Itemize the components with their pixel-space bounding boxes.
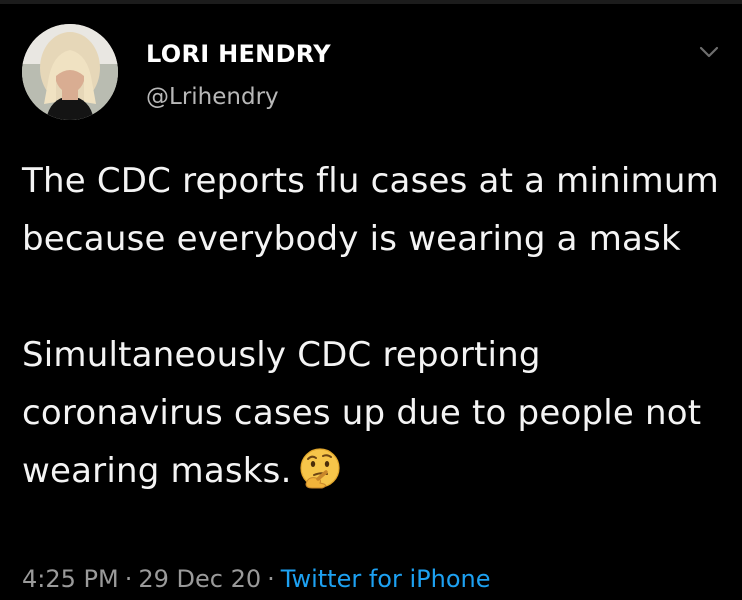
meta-separator: ·	[124, 565, 133, 593]
tweet-card: LORI HENDRY @Lrihendry The CDC reports f…	[0, 0, 742, 600]
meta-separator: ·	[267, 565, 275, 593]
tweet-time[interactable]: 4:25 PM	[22, 565, 119, 593]
author-display-name[interactable]: LORI HENDRY	[146, 40, 331, 68]
chevron-down-icon[interactable]	[697, 42, 721, 62]
tweet-paragraph: The CDC reports flu cases at a minimum b…	[22, 161, 719, 259]
avatar-photo	[22, 24, 118, 120]
tweet-source-link[interactable]: Twitter for iPhone	[281, 565, 491, 593]
author-avatar[interactable]	[22, 24, 118, 120]
tweet-date[interactable]: 29 Dec 20	[138, 565, 261, 593]
tweet-metadata: 4:25 PM · 29 Dec 20 · Twitter for iPhone	[22, 565, 490, 593]
tweet-text: The CDC reports flu cases at a minimum b…	[22, 152, 722, 500]
tweet-paragraph-text: Simultaneously CDC reporting coronavirus…	[22, 335, 702, 491]
tweet-paragraph: Simultaneously CDC reporting coronavirus…	[22, 326, 722, 500]
thinking-face-emoji-icon	[298, 446, 342, 490]
author-handle[interactable]: @Lrihendry	[146, 84, 279, 110]
